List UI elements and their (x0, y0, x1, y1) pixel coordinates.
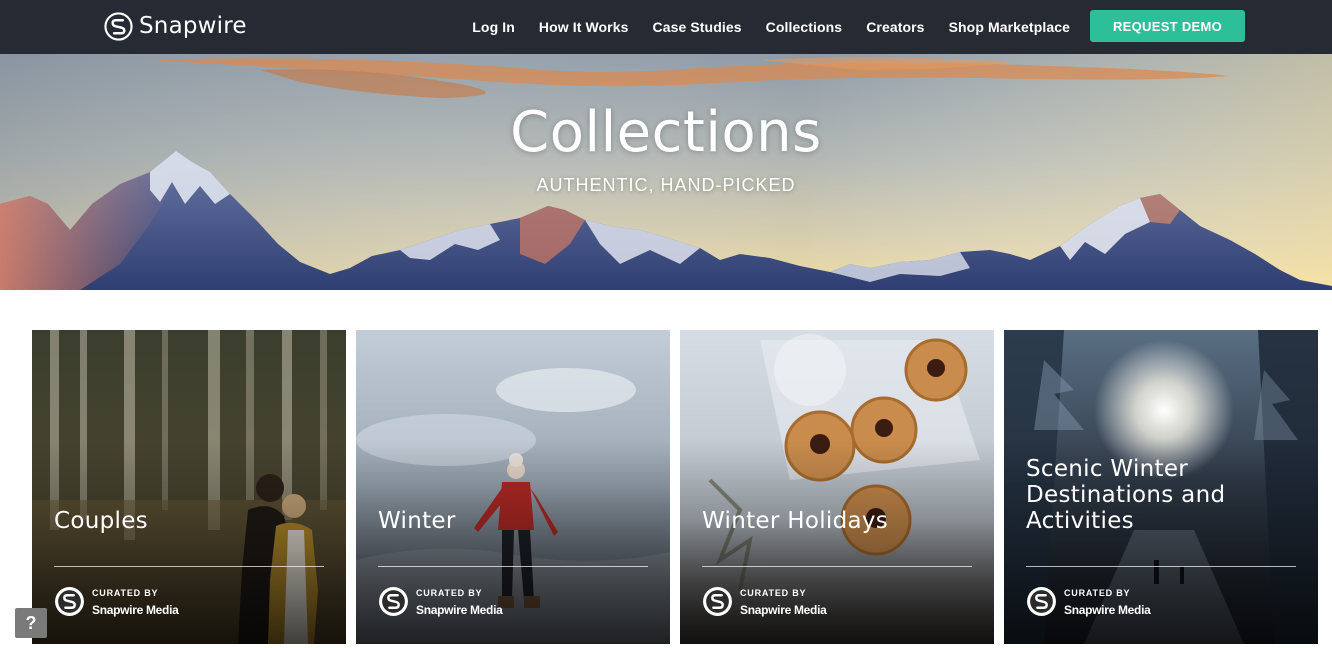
curator-avatar-icon (703, 587, 732, 616)
help-question-button[interactable]: ? (15, 608, 47, 638)
brand-name: Snapwire (139, 13, 247, 39)
collection-title: Winter Holidays (702, 508, 889, 534)
question-icon: ? (25, 612, 37, 633)
curated-by-label: CURATED BY (92, 588, 159, 598)
curator-avatar-icon (1027, 587, 1056, 616)
hero-banner: Collections AUTHENTIC, HAND-PICKED (0, 54, 1332, 290)
nav-case-studies[interactable]: Case Studies (653, 19, 742, 35)
curated-by-label: CURATED BY (1064, 588, 1131, 598)
curator-name[interactable]: Snapwire Media (416, 603, 503, 617)
collection-card-scenic-winter[interactable]: Scenic Winter Destinations and Activitie… (1004, 330, 1318, 644)
collections-grid: Couples CURATED BY Snapwire Media Winter… (32, 330, 1318, 644)
top-navigation: Snapwire Log In How It Works Case Studie… (0, 0, 1332, 54)
nav-collections[interactable]: Collections (766, 19, 843, 35)
brand-home-link[interactable]: Snapwire (104, 10, 247, 42)
card-divider (702, 566, 972, 567)
curated-by-label: CURATED BY (740, 588, 807, 598)
curator-name[interactable]: Snapwire Media (92, 603, 179, 617)
collection-card-winter-holidays[interactable]: Winter Holidays CURATED BY Snapwire Medi… (680, 330, 994, 644)
collection-title: Scenic Winter Destinations and Activitie… (1026, 456, 1226, 534)
nav-log-in[interactable]: Log In (472, 19, 515, 35)
collection-card-couples[interactable]: Couples CURATED BY Snapwire Media (32, 330, 346, 644)
card-divider (1026, 566, 1296, 567)
nav-shop-marketplace[interactable]: Shop Marketplace (949, 19, 1070, 35)
nav-creators[interactable]: Creators (866, 19, 924, 35)
request-demo-button[interactable]: REQUEST DEMO (1090, 10, 1245, 42)
curator-name[interactable]: Snapwire Media (740, 603, 827, 617)
curated-by-label: CURATED BY (416, 588, 483, 598)
page-title: Collections (510, 100, 822, 165)
nav-links: Log In How It Works Case Studies Collect… (472, 0, 1070, 54)
card-divider (378, 566, 648, 567)
page-subtitle: AUTHENTIC, HAND-PICKED (536, 175, 796, 195)
curator-avatar-icon (379, 587, 408, 616)
collection-title: Couples (54, 508, 148, 534)
card-divider (54, 566, 324, 567)
collection-card-winter[interactable]: Winter CURATED BY Snapwire Media (356, 330, 670, 644)
curator-name[interactable]: Snapwire Media (1064, 603, 1151, 617)
nav-how-it-works[interactable]: How It Works (539, 19, 629, 35)
snapwire-logo-icon (104, 11, 133, 41)
mountain-sunset-image (0, 54, 1332, 290)
curator-avatar-icon (55, 587, 84, 616)
collection-title: Winter (378, 508, 456, 534)
